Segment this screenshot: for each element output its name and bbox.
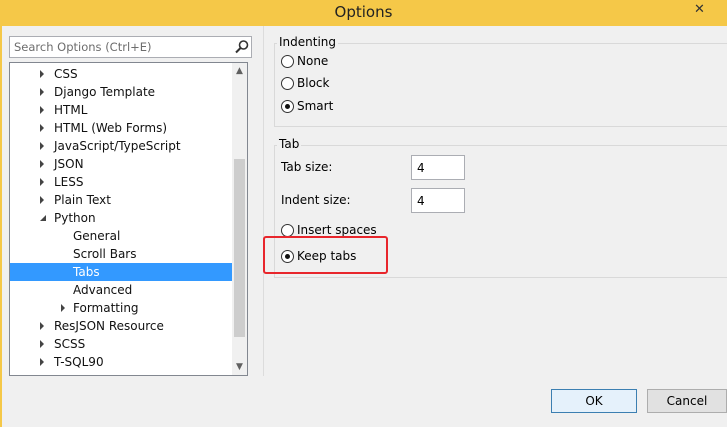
tree-item-label: Django Template [54, 85, 156, 99]
tree-item-label: JavaScript/TypeScript [54, 139, 181, 153]
window-title: Options [334, 3, 393, 21]
indent-size-input[interactable] [412, 189, 464, 212]
options-tree[interactable]: CSS Django Template HTML HTML (Web Forms) Ja… [9, 62, 248, 376]
radio-circle[interactable] [281, 77, 294, 90]
radio-circle[interactable] [281, 55, 294, 68]
tree-item-advanced[interactable]: Advanced [10, 281, 232, 299]
search-input[interactable] [10, 37, 228, 57]
tree-item-label: HTML (Web Forms) [54, 121, 168, 135]
tree-scrollbar[interactable]: ▲ ▼ [232, 63, 247, 375]
tree-item-label: ResJSON Resource [54, 319, 164, 333]
tree-item-label: HTML [54, 103, 88, 117]
radio-dot [285, 104, 290, 109]
tab-size-field[interactable] [411, 155, 465, 180]
title-bar: Options ✕ [0, 0, 727, 26]
collapsed-arrow-icon[interactable] [40, 160, 44, 168]
radio-indent-none-label: None [297, 54, 329, 68]
collapsed-arrow-icon[interactable] [61, 304, 65, 312]
tree-item-label: Python [54, 211, 96, 225]
tree-item-label: Formatting [73, 301, 139, 315]
tree-item-t-sql90[interactable]: T-SQL90 [10, 353, 232, 371]
tree-item-html-web-forms[interactable]: HTML (Web Forms) [10, 119, 232, 137]
tree-item-css[interactable]: CSS [10, 65, 232, 83]
tree-item-json[interactable]: JSON [10, 155, 232, 173]
tree-item-label: JSON [54, 157, 84, 171]
tree-item-label: SCSS [54, 337, 86, 351]
collapsed-arrow-icon[interactable] [40, 106, 44, 114]
tree-item-label: LESS [54, 175, 84, 189]
window-border [0, 26, 2, 427]
ok-button[interactable]: OK [551, 389, 637, 413]
scroll-thumb[interactable] [234, 159, 245, 337]
cancel-button[interactable]: Cancel [647, 389, 727, 413]
expanded-arrow-icon[interactable] [40, 215, 46, 221]
tree-item-scss[interactable]: SCSS [10, 335, 232, 353]
indent-size-label: Indent size: [281, 193, 351, 207]
radio-indent-smart-label: Smart [297, 99, 334, 113]
tree-item-python[interactable]: Python [10, 209, 232, 227]
tab-size-label: Tab size: [281, 160, 333, 174]
tree-item-html[interactable]: HTML [10, 101, 232, 119]
tree-item-plain-text[interactable]: Plain Text [10, 191, 232, 209]
pane-splitter[interactable] [263, 26, 264, 376]
collapsed-arrow-icon[interactable] [40, 70, 44, 78]
collapsed-arrow-icon[interactable] [40, 196, 44, 204]
collapsed-arrow-icon[interactable] [40, 124, 44, 132]
highlight-annotation [263, 236, 388, 274]
tree-item-label: Tabs [73, 265, 100, 279]
tree-item-formatting[interactable]: Formatting [10, 299, 232, 317]
search-icon[interactable] [234, 39, 250, 55]
tree-item-tabs[interactable]: Tabs [10, 263, 232, 281]
tab-size-input[interactable] [412, 156, 464, 179]
tree-item-label: Plain Text [54, 193, 111, 207]
scroll-down-icon[interactable]: ▼ [232, 359, 247, 375]
radio-insert-spaces-label: Insert spaces [297, 223, 377, 237]
tree-item-label: CSS [54, 67, 78, 81]
indenting-group-title: Indenting [277, 35, 339, 49]
tab-group-title: Tab [277, 137, 302, 151]
tree-item-javascript-typescript[interactable]: JavaScript/TypeScript [10, 137, 232, 155]
tree-item-label: General [73, 229, 121, 243]
collapsed-arrow-icon[interactable] [40, 88, 44, 96]
search-box[interactable] [9, 36, 252, 58]
tree-item-label: T-SQL90 [54, 355, 104, 369]
collapsed-arrow-icon[interactable] [40, 358, 44, 366]
tree-item-general[interactable]: General [10, 227, 232, 245]
radio-indent-block-label: Block [297, 76, 330, 90]
tree-item-scroll-bars[interactable]: Scroll Bars [10, 245, 232, 263]
tree-item-resjson-resource[interactable]: ResJSON Resource [10, 317, 232, 335]
tree-item-label: Scroll Bars [73, 247, 137, 261]
tree-item-label: Advanced [73, 283, 133, 297]
indent-size-field[interactable] [411, 188, 465, 213]
close-icon[interactable]: ✕ [672, 0, 727, 22]
collapsed-arrow-icon[interactable] [40, 322, 44, 330]
collapsed-arrow-icon[interactable] [40, 178, 44, 186]
radio-circle[interactable] [281, 100, 294, 113]
tree-item-django-template[interactable]: Django Template [10, 83, 232, 101]
tree-item-less[interactable]: LESS [10, 173, 232, 191]
indenting-group: Indenting [274, 35, 727, 127]
collapsed-arrow-icon[interactable] [40, 142, 44, 150]
collapsed-arrow-icon[interactable] [40, 340, 44, 348]
scroll-up-icon[interactable]: ▲ [232, 63, 247, 79]
